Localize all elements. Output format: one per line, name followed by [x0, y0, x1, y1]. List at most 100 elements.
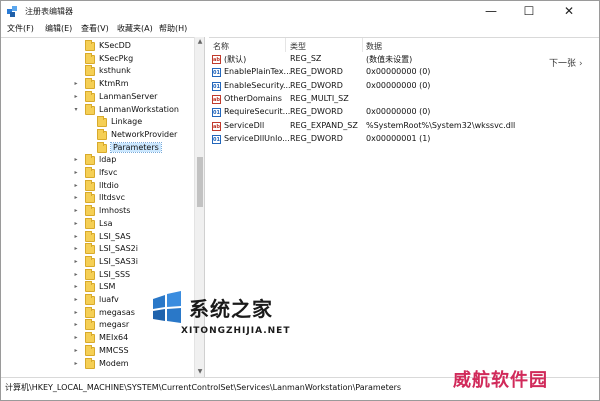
value-row[interactable]: 01 EnablePlainTex... REG_DWORD 0x00000000 (… [209, 66, 599, 79]
folder-icon [97, 141, 107, 153]
value-data: (数值未设置) [366, 55, 413, 64]
column-divider[interactable] [362, 38, 363, 52]
menu-favorites[interactable]: 收藏夹(A) [117, 23, 153, 34]
string-value-icon: ab [212, 121, 221, 131]
tree-item[interactable]: ▸ Modem [1, 357, 194, 371]
tree-item[interactable]: ▸ lltdio [1, 179, 194, 193]
tree-item-label: LSI_SAS [99, 231, 131, 241]
tree-item[interactable]: ▸ MMCSS [1, 344, 194, 358]
tree-item[interactable]: ▸ LSI_SAS [1, 230, 194, 244]
tree-item-label: lltdsvc [99, 193, 125, 203]
menu-help[interactable]: 帮助(H) [159, 23, 187, 34]
tree-item-label: luafv [99, 295, 119, 304]
expand-arrow-icon[interactable]: ▸ [73, 335, 79, 341]
tree-item-label: MEIx64 [99, 333, 129, 343]
list-header: 名称 类型 数据 [209, 38, 599, 52]
maximize-icon: ☐ [523, 4, 535, 18]
tree-item-label: Modem [99, 358, 129, 368]
expand-arrow-icon[interactable]: ▸ [73, 297, 79, 303]
minimize-button[interactable]: — [473, 1, 509, 21]
maximize-button[interactable]: ☐ [511, 1, 547, 21]
xitongzhijia-watermark: 系统之家 XITONGZHIJIA.NET [149, 291, 309, 341]
tree-item[interactable]: ▸ lmhosts [1, 205, 194, 218]
value-row[interactable]: ab OtherDomains REG_MULTI_SZ [209, 93, 599, 106]
expand-arrow-icon[interactable]: ▸ [73, 233, 79, 240]
window-title: 注册表编辑器 [25, 7, 73, 16]
tree-item[interactable]: NetworkProvider [1, 128, 194, 142]
expand-arrow-icon[interactable]: ▸ [73, 322, 79, 328]
tree-item[interactable]: ▸ lltdsvc [1, 192, 194, 205]
value-row[interactable]: ab (默认) REG_SZ (数值未设置) [209, 53, 599, 66]
expand-arrow-icon[interactable]: ▸ [73, 284, 79, 290]
value-name: (默认) [224, 55, 247, 64]
string-value-icon: ab [212, 55, 221, 64]
xitongzhijia-logo-icon [153, 291, 181, 323]
tree-item[interactable]: KSecDD [1, 40, 194, 53]
tree-item-label: NetworkProvider [111, 129, 178, 139]
scroll-thumb[interactable] [197, 157, 203, 207]
value-type: REG_DWORD [290, 133, 343, 143]
folder-icon [85, 78, 95, 90]
tree-item[interactable]: ▸ KtmRm [1, 78, 194, 91]
menu-edit[interactable]: 编辑(E) [45, 23, 72, 34]
folder-icon [85, 230, 95, 242]
value-name: ServiceDll [224, 120, 265, 130]
folder-icon [85, 205, 95, 217]
registry-path: 计算机\HKEY_LOCAL_MACHINE\SYSTEM\CurrentCon… [5, 383, 402, 392]
expand-arrow-icon[interactable]: ▸ [73, 258, 79, 265]
value-type: REG_DWORD [290, 80, 343, 90]
tree-item[interactable]: Linkage [1, 116, 194, 129]
expand-arrow-icon[interactable]: ▸ [73, 81, 79, 87]
chevron-right-icon: › [579, 59, 583, 69]
tree-item[interactable]: ▸ Lsa [1, 217, 194, 231]
tree-item[interactable]: ▸ lfsvc [1, 167, 194, 180]
expand-arrow-icon[interactable]: ▸ [73, 271, 79, 278]
expand-arrow-icon[interactable]: ▸ [73, 157, 79, 163]
value-row[interactable]: 01 EnableSecurity... REG_DWORD 0x00000000 (… [209, 80, 599, 93]
tree-item-label: Lsa [99, 218, 113, 228]
column-header-type[interactable]: 类型 [290, 41, 306, 52]
expand-arrow-icon[interactable]: ▸ [73, 195, 79, 201]
value-name: OtherDomains [224, 93, 282, 103]
dword-value-icon: 01 [212, 68, 221, 78]
expand-arrow-icon[interactable]: ▸ [73, 220, 79, 227]
tree-item[interactable]: Parameters [1, 141, 194, 155]
tree-item[interactable]: ▸ LSI_SSS [1, 268, 194, 282]
folder-icon [85, 294, 95, 305]
tree-item[interactable]: ksthunk [1, 65, 194, 78]
tree-item[interactable]: ▸ LSI_SAS2i [1, 243, 194, 256]
tree-item[interactable]: ▸ LSI_SAS3i [1, 255, 194, 269]
expand-arrow-icon[interactable]: ▸ [73, 246, 79, 252]
expand-arrow-icon[interactable]: ▸ [73, 182, 79, 189]
tree-item[interactable]: ▸ LanmanServer [1, 90, 194, 104]
collapse-arrow-icon[interactable]: ▾ [73, 106, 79, 113]
expand-arrow-icon[interactable]: ▸ [73, 93, 79, 100]
expand-arrow-icon[interactable]: ▸ [73, 208, 79, 214]
tree-item-label: Linkage [111, 117, 143, 127]
value-row[interactable]: 01 ServiceDllUnlo... REG_DWORD 0x00000001 (… [209, 133, 599, 146]
value-data: 0x00000000 (0) [366, 80, 431, 90]
expand-arrow-icon[interactable]: ▸ [73, 309, 79, 316]
value-row[interactable]: 01 RequireSecurit... REG_DWORD 0x00000000 (… [209, 106, 599, 119]
expand-arrow-icon[interactable]: ▸ [73, 170, 79, 176]
menu-file[interactable]: 文件(F) [7, 23, 34, 34]
folder-icon [85, 306, 95, 318]
value-data: 0x00000000 (0) [366, 107, 431, 117]
expand-arrow-icon[interactable]: ▸ [73, 360, 79, 367]
column-header-name[interactable]: 名称 [213, 41, 229, 52]
menu-view[interactable]: 查看(V) [81, 23, 109, 34]
tree-item-label: lmhosts [99, 206, 131, 216]
tree-item[interactable]: ▾ LanmanWorkstation [1, 103, 194, 117]
value-row[interactable]: ab ServiceDll REG_EXPAND_SZ %SystemRoot%\Sy… [209, 120, 599, 133]
value-type: REG_DWORD [290, 67, 343, 77]
column-header-data[interactable]: 数据 [366, 41, 382, 52]
column-divider[interactable] [285, 38, 286, 52]
folder-icon [85, 255, 95, 267]
expand-arrow-icon[interactable]: ▸ [73, 347, 79, 354]
tree-item[interactable]: ▸ ldap [1, 154, 194, 167]
next-image-link[interactable]: 下一张 › [549, 56, 583, 69]
title-bar: 注册表编辑器 — ☐ ✕ [1, 1, 599, 21]
close-button[interactable]: ✕ [551, 1, 587, 21]
tree-item[interactable]: KSecPkg [1, 52, 194, 66]
tree-item-label: LanmanServer [99, 91, 158, 101]
